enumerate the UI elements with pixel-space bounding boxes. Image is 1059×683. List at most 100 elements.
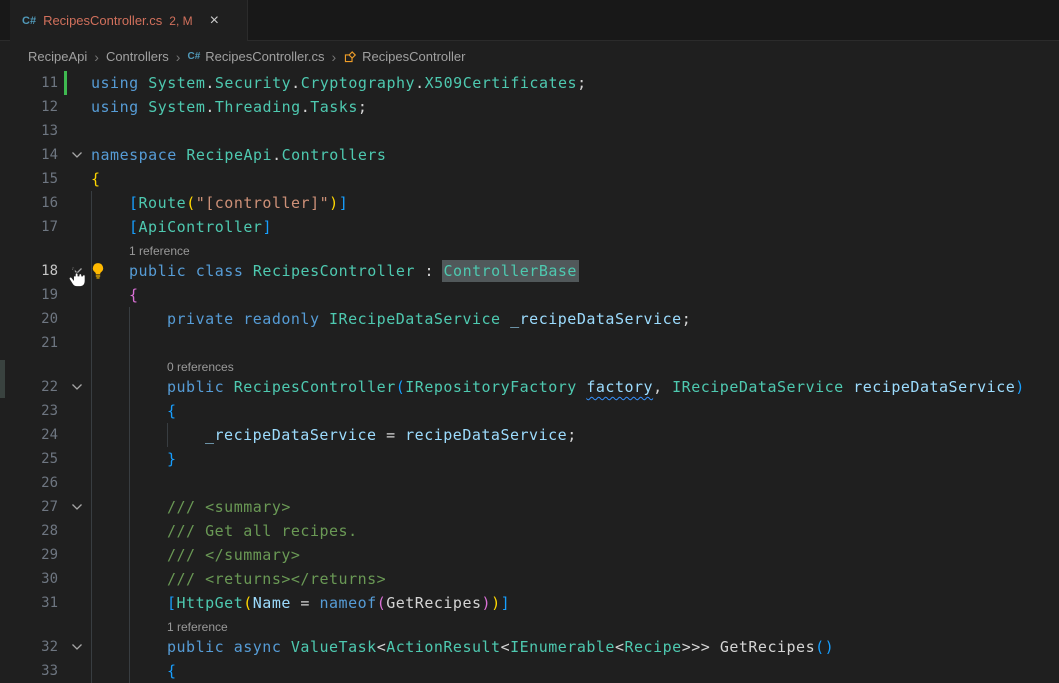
code-line[interactable]: 15 { [0, 167, 1059, 191]
line-number[interactable]: 19 [0, 283, 58, 307]
code-line[interactable]: 17 [ApiController] [0, 215, 1059, 239]
code-text[interactable]: { [91, 167, 101, 191]
indent-guide [91, 239, 92, 259]
code-line[interactable]: 30 /// <returns></returns> [0, 567, 1059, 591]
indent-guide [129, 447, 130, 471]
code-line[interactable]: 22 public RecipesController(IRepositoryFa… [0, 375, 1059, 399]
line-number[interactable]: 16 [0, 191, 58, 215]
line-number[interactable]: 25 [0, 447, 58, 471]
line-number[interactable]: 29 [0, 543, 58, 567]
code-token: IRepositoryFactory [405, 378, 586, 396]
code-line[interactable]: 31 [HttpGet(Name = nameof(GetRecipes))] [0, 591, 1059, 615]
code-text[interactable]: { [167, 659, 177, 683]
code-text[interactable]: namespace RecipeApi.Controllers [91, 143, 386, 167]
line-number[interactable]: 23 [0, 399, 58, 423]
breadcrumb-item-recipescontroller[interactable]: RecipesController [343, 49, 465, 64]
code-text[interactable]: /// <summary> [167, 495, 291, 519]
line-number[interactable]: 22 [0, 375, 58, 399]
code-text[interactable]: /// Get all recipes. [167, 519, 358, 543]
tab-recipescontroller[interactable]: C# RecipesController.cs 2, M × [10, 0, 248, 41]
line-number[interactable]: 27 [0, 495, 58, 519]
code-line[interactable]: 13 [0, 119, 1059, 143]
code-line[interactable]: 11 using System.Security.Cryptography.X50… [0, 71, 1059, 95]
code-text[interactable]: [Route("[controller]")] [129, 191, 348, 215]
code-line[interactable]: 21 [0, 331, 1059, 355]
code-token: = [377, 426, 406, 444]
line-number[interactable]: 33 [0, 659, 58, 683]
code-line[interactable]: 14 namespace RecipeApi.Controllers [0, 143, 1059, 167]
code-text[interactable]: /// <returns></returns> [167, 567, 386, 591]
code-text[interactable]: } [167, 447, 177, 471]
line-number[interactable]: 12 [0, 95, 58, 119]
code-token: [ [129, 218, 139, 236]
code-token: public class [129, 262, 253, 280]
code-token: < [501, 638, 511, 656]
code-line[interactable]: 12 using System.Threading.Tasks; [0, 95, 1059, 119]
code-token: [ [167, 594, 177, 612]
line-number[interactable]: 26 [0, 471, 58, 495]
chevron-down-icon[interactable] [69, 379, 85, 395]
code-line[interactable]: 29 /// </summary> [0, 543, 1059, 567]
breadcrumb-item-recipeapi[interactable]: RecipeApi [28, 49, 87, 64]
code-line[interactable]: 27 /// <summary> [0, 495, 1059, 519]
code-text[interactable]: { [167, 399, 177, 423]
code-line[interactable]: 26 [0, 471, 1059, 495]
code-text[interactable]: private readonly IRecipeDataService _rec… [167, 307, 691, 331]
breadcrumb-item-controllers[interactable]: Controllers [106, 49, 169, 64]
code-text[interactable]: [HttpGet(Name = nameof(GetRecipes))] [167, 591, 510, 615]
line-number[interactable]: 11 [0, 71, 58, 95]
code-token: = [291, 594, 320, 612]
code-text[interactable]: [ApiController] [129, 215, 272, 239]
line-number[interactable]: 24 [0, 423, 58, 447]
line-number[interactable]: 18 [0, 259, 58, 283]
line-number[interactable]: 31 [0, 591, 58, 615]
code-token: , [653, 378, 672, 396]
chevron-down-icon[interactable] [69, 499, 85, 515]
code-line[interactable]: 20 private readonly IRecipeDataService _r… [0, 307, 1059, 331]
line-number[interactable]: 20 [0, 307, 58, 331]
breadcrumb-separator-icon: › [331, 49, 336, 65]
code-text[interactable]: public class RecipesController : Control… [129, 259, 577, 283]
code-text[interactable]: _recipeDataService = recipeDataService; [205, 423, 577, 447]
code-token: { [167, 662, 177, 680]
code-token: . [205, 98, 215, 116]
code-line[interactable]: 23 { [0, 399, 1059, 423]
chevron-down-icon[interactable] [69, 639, 85, 655]
code-line[interactable]: 18 public class RecipesController : Contr… [0, 259, 1059, 283]
code-text[interactable]: public RecipesController(IRepositoryFact… [167, 375, 1025, 399]
chevron-down-icon[interactable] [69, 147, 85, 163]
line-number[interactable]: 15 [0, 167, 58, 191]
close-icon[interactable]: × [210, 13, 219, 29]
indent-guide [91, 635, 92, 659]
code-line[interactable]: 33 { [0, 659, 1059, 683]
code-text[interactable]: using System.Security.Cryptography.X509C… [91, 71, 587, 95]
code-text[interactable]: { [129, 283, 139, 307]
chevron-down-icon[interactable] [69, 263, 85, 279]
line-number[interactable]: 13 [0, 119, 58, 143]
codelens-references-link[interactable]: 1 reference [167, 620, 228, 634]
codelens-references-link[interactable]: 1 reference [129, 244, 190, 258]
line-number[interactable]: 21 [0, 331, 58, 355]
line-number[interactable]: 30 [0, 567, 58, 591]
line-number[interactable]: 32 [0, 635, 58, 659]
code-line[interactable]: 24 _recipeDataService = recipeDataService… [0, 423, 1059, 447]
code-text[interactable]: /// </summary> [167, 543, 300, 567]
indent-guide [91, 519, 92, 543]
code-text[interactable]: using System.Threading.Tasks; [91, 95, 367, 119]
code-line[interactable]: 16 [Route("[controller]")] [0, 191, 1059, 215]
code-line[interactable]: 19 { [0, 283, 1059, 307]
code-line[interactable]: 28 /// Get all recipes. [0, 519, 1059, 543]
code-token: : [415, 262, 444, 280]
breadcrumb-item-recipescontroller-cs[interactable]: C#RecipesController.cs [187, 49, 324, 64]
code-line[interactable]: 25} [0, 447, 1059, 471]
codelens-row: 1 reference [0, 615, 1059, 635]
code-token: /// <summary> [167, 498, 291, 516]
code-line[interactable]: 32 public async ValueTask<ActionResult<IE… [0, 635, 1059, 659]
line-number[interactable]: 17 [0, 215, 58, 239]
code-editor[interactable]: 11 using System.Security.Cryptography.X50… [0, 71, 1059, 672]
line-number[interactable]: 28 [0, 519, 58, 543]
line-number[interactable]: 14 [0, 143, 58, 167]
code-token: ApiController [139, 218, 263, 236]
code-text[interactable]: public async ValueTask<ActionResult<IEnu… [167, 635, 834, 659]
codelens-references-link[interactable]: 0 references [167, 360, 234, 374]
